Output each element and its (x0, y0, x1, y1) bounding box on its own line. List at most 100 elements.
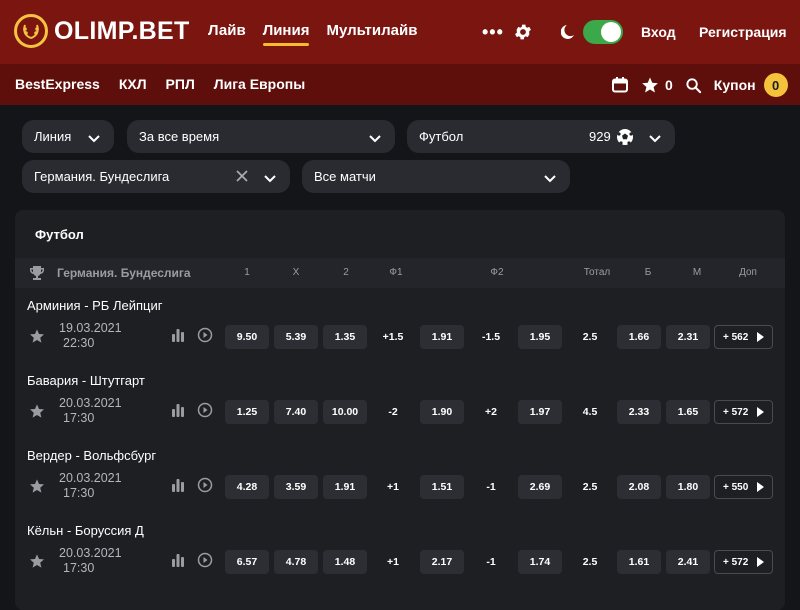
odd-draw[interactable]: 4.78 (274, 550, 318, 574)
odd-win1[interactable]: 1.25 (225, 400, 269, 424)
league-select[interactable]: Германия. Бундеслига (22, 160, 290, 193)
login-button[interactable]: Вход (641, 24, 676, 40)
match-date: 20.03.2021 (59, 396, 122, 410)
play-icon[interactable] (197, 477, 213, 498)
handicap-2: -1.5 (481, 331, 501, 343)
match-teams[interactable]: Бавария - Штутгарт (27, 373, 145, 388)
odd-handicap-2[interactable]: 2.69 (518, 475, 562, 499)
league-name: Германия. Бундеслига (57, 266, 191, 280)
register-button[interactable]: Регистрация (699, 24, 787, 40)
stats-icon[interactable] (171, 403, 185, 422)
match-row[interactable]: Кёльн - Боруссия Д 20.03.2021 17:30 6.57… (15, 517, 785, 592)
nav-live[interactable]: Лайв (208, 22, 246, 39)
odd-win2[interactable]: 10.00 (323, 400, 367, 424)
col-header-f1: Ф1 (389, 267, 403, 278)
star-icon[interactable] (641, 76, 659, 94)
col-header-f2: Ф2 (490, 267, 504, 278)
star-icon[interactable] (29, 328, 45, 349)
stats-icon[interactable] (171, 328, 185, 347)
odd-win2[interactable]: 1.91 (323, 475, 367, 499)
mode-select-value: Линия (34, 129, 72, 144)
arrow-right-icon (757, 482, 764, 495)
match-teams[interactable]: Кёльн - Боруссия Д (27, 523, 144, 538)
match-teams[interactable]: Вердер - Вольфсбург (27, 448, 156, 463)
match-date: 20.03.2021 (59, 471, 122, 485)
odd-win2[interactable]: 1.48 (323, 550, 367, 574)
odd-handicap-2[interactable]: 1.74 (518, 550, 562, 574)
odd-handicap-1[interactable]: 1.91 (420, 325, 464, 349)
chevron-down-icon (369, 131, 381, 146)
more-markets-button[interactable]: + 572 (714, 400, 773, 424)
soccer-ball-icon (616, 128, 634, 149)
odd-handicap-1[interactable]: 1.90 (420, 400, 464, 424)
more-markets-button[interactable]: + 572 (714, 550, 773, 574)
odd-win1[interactable]: 4.28 (225, 475, 269, 499)
link-europa-league[interactable]: Лига Европы (214, 76, 305, 92)
odd-over[interactable]: 1.61 (617, 550, 661, 574)
panel-title: Футбол (35, 227, 84, 242)
sub-bar-tools: 0 Купон 0 (611, 73, 788, 97)
close-icon[interactable] (236, 170, 248, 185)
play-icon[interactable] (197, 402, 213, 423)
nav-multilive[interactable]: Мультилайв (326, 22, 417, 39)
more-markets-count: + 572 (723, 406, 749, 418)
handicap-1: +1.5 (382, 331, 404, 343)
col-header-x: X (292, 267, 300, 278)
link-bestexpress[interactable]: BestExpress (15, 76, 100, 92)
match-teams[interactable]: Арминия - РБ Лейпциг (27, 298, 162, 313)
odd-handicap-2[interactable]: 1.95 (518, 325, 562, 349)
odd-handicap-2[interactable]: 1.97 (518, 400, 562, 424)
period-select-value: За все время (139, 129, 220, 144)
sport-select[interactable]: Футбол 929 (407, 120, 675, 153)
odd-under[interactable]: 1.80 (666, 475, 710, 499)
stats-icon[interactable] (171, 478, 185, 497)
odd-under[interactable]: 2.31 (666, 325, 710, 349)
odd-under[interactable]: 1.65 (666, 400, 710, 424)
theme-toggle[interactable] (583, 20, 623, 44)
odd-over[interactable]: 1.66 (617, 325, 661, 349)
gear-icon[interactable] (513, 22, 533, 47)
odd-win2[interactable]: 1.35 (323, 325, 367, 349)
more-markets-count: + 562 (723, 331, 749, 343)
handicap-2: -1 (486, 481, 496, 493)
odd-draw[interactable]: 7.40 (274, 400, 318, 424)
odd-draw[interactable]: 5.39 (274, 325, 318, 349)
coupon-button[interactable]: Купон (714, 77, 756, 93)
odd-handicap-1[interactable]: 1.51 (420, 475, 464, 499)
play-icon[interactable] (197, 327, 213, 348)
odd-win1[interactable]: 6.57 (225, 550, 269, 574)
total-line: 2.5 (582, 331, 598, 343)
play-icon[interactable] (197, 552, 213, 573)
odd-over[interactable]: 2.33 (617, 400, 661, 424)
more-markets-button[interactable]: + 562 (714, 325, 773, 349)
quick-links: BestExpress КХЛ РПЛ Лига Европы (15, 76, 324, 92)
match-row[interactable]: Вердер - Вольфсбург 20.03.2021 17:30 4.2… (15, 442, 785, 517)
star-icon[interactable] (29, 553, 45, 574)
chevron-down-icon (544, 171, 556, 186)
match-row[interactable]: Арминия - РБ Лейпциг 19.03.2021 22:30 9.… (15, 292, 785, 367)
league-select-value: Германия. Бундеслига (34, 169, 170, 184)
star-icon[interactable] (29, 403, 45, 424)
logo[interactable]: OLIMP.BET (14, 14, 190, 48)
chevron-down-icon (649, 131, 661, 146)
calendar-icon[interactable] (611, 76, 629, 94)
sport-select-value: Футбол (419, 129, 464, 144)
stats-icon[interactable] (171, 553, 185, 572)
odd-win1[interactable]: 9.50 (225, 325, 269, 349)
more-menu-icon[interactable]: ••• (482, 22, 504, 43)
star-icon[interactable] (29, 478, 45, 499)
match-row[interactable]: Бавария - Штутгарт 20.03.2021 17:30 1.25… (15, 367, 785, 442)
period-select[interactable]: За все время (127, 120, 395, 153)
matches-select[interactable]: Все матчи (302, 160, 570, 193)
odd-handicap-1[interactable]: 2.17 (420, 550, 464, 574)
more-markets-button[interactable]: + 550 (714, 475, 773, 499)
nav-line[interactable]: Линия (262, 22, 309, 46)
odd-draw[interactable]: 3.59 (274, 475, 318, 499)
link-khl[interactable]: КХЛ (119, 76, 147, 92)
search-icon[interactable] (685, 77, 702, 94)
odd-under[interactable]: 2.41 (666, 550, 710, 574)
odd-over[interactable]: 2.08 (617, 475, 661, 499)
match-time: 22:30 (63, 336, 95, 350)
mode-select[interactable]: Линия (22, 120, 114, 153)
link-rpl[interactable]: РПЛ (166, 76, 195, 92)
